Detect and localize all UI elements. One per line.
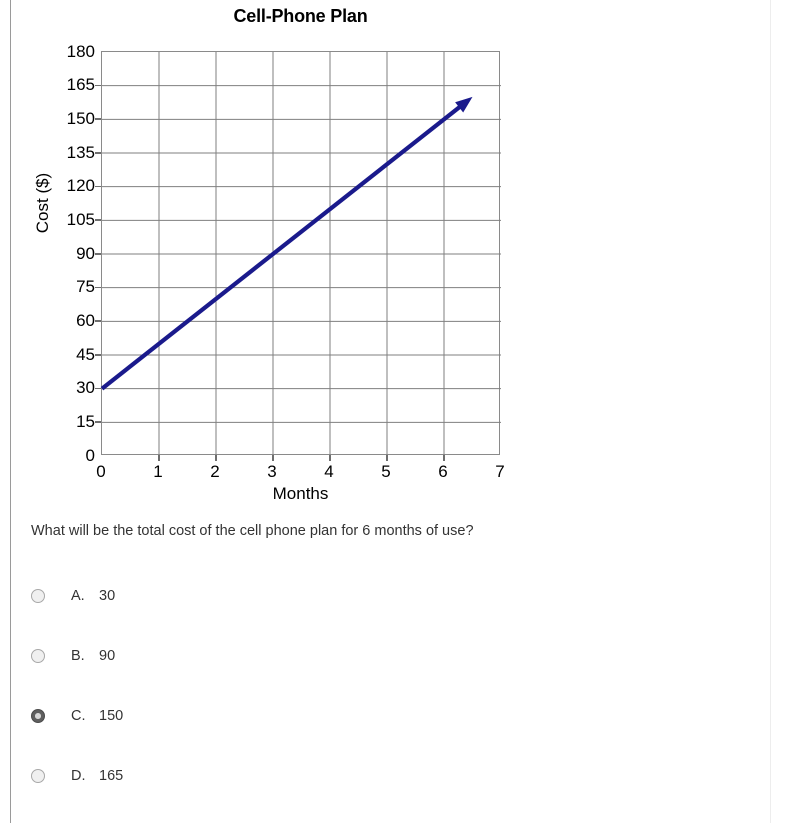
radio-button[interactable]	[31, 769, 45, 783]
x-axis-label: Months	[272, 484, 329, 503]
y-tick-label: 180	[66, 41, 95, 61]
option-letter: A.	[71, 588, 85, 604]
option-value: 30	[99, 588, 116, 604]
x-tick-label: 7	[495, 462, 505, 481]
option-value: 150	[99, 708, 124, 724]
answer-option-b[interactable]: B. 90	[31, 643, 491, 703]
x-tick-label: 3	[267, 462, 277, 481]
y-tick-label: 120	[66, 176, 95, 196]
option-letter: C.	[71, 708, 86, 724]
y-tick-label: 150	[66, 108, 95, 128]
page-right-rule	[770, 0, 771, 823]
x-tickmark	[158, 455, 160, 461]
horizontal-gridlines	[102, 85, 501, 423]
question-page: Cell-Phone Plan Cost ($) 0 15 30 45 60 75 90 10…	[0, 0, 800, 823]
chart-title: Cell-Phone Plan	[233, 6, 368, 26]
y-tick-label: 15	[76, 411, 95, 431]
answer-option-d[interactable]: D. 165	[31, 763, 491, 823]
y-tick-label: 0	[85, 445, 95, 465]
x-tick-label: 4	[324, 462, 334, 481]
x-tickmark	[272, 455, 274, 461]
option-value: 90	[99, 648, 116, 664]
radio-button[interactable]	[31, 709, 45, 723]
plot-svg	[100, 52, 501, 456]
y-tick-label: 30	[76, 378, 95, 398]
y-tick-label: 105	[66, 209, 95, 229]
y-tick-label: 135	[66, 142, 95, 162]
y-tick-label: 45	[76, 344, 95, 364]
answer-option-c[interactable]: C. 150	[31, 703, 491, 763]
plot-area	[100, 51, 501, 456]
answer-options-list: A. 30 B. 90 C. 150 D. 165	[31, 583, 491, 823]
x-tickmark	[329, 455, 331, 461]
y-tick-label: 75	[76, 277, 95, 297]
x-tick-label: 2	[210, 462, 220, 481]
y-tick-label: 90	[76, 243, 95, 263]
y-axis-tick-labels: 0 15 30 45 60 75 90 105 120 135 150 165 180	[33, 43, 95, 464]
x-tickmark	[443, 455, 445, 461]
x-tickmark	[215, 455, 217, 461]
x-tick-label: 5	[381, 462, 391, 481]
radio-button[interactable]	[31, 649, 45, 663]
option-value: 165	[99, 768, 124, 784]
x-tick-label: 6	[438, 462, 448, 481]
radio-button[interactable]	[31, 589, 45, 603]
data-line-series	[100, 96, 473, 391]
chart-figure: Cell-Phone Plan Cost ($) 0 15 30 45 60 75 90 10…	[0, 0, 540, 515]
y-tick-label: 60	[76, 310, 95, 330]
answer-option-a[interactable]: A. 30	[31, 583, 491, 643]
y-tick-label: 165	[66, 75, 95, 95]
x-tick-label: 0	[96, 462, 106, 481]
option-letter: D.	[71, 768, 86, 784]
option-letter: B.	[71, 648, 85, 664]
x-tick-label: 1	[153, 462, 163, 481]
x-tickmark	[386, 455, 388, 461]
question-text: What will be the total cost of the cell …	[31, 523, 474, 539]
